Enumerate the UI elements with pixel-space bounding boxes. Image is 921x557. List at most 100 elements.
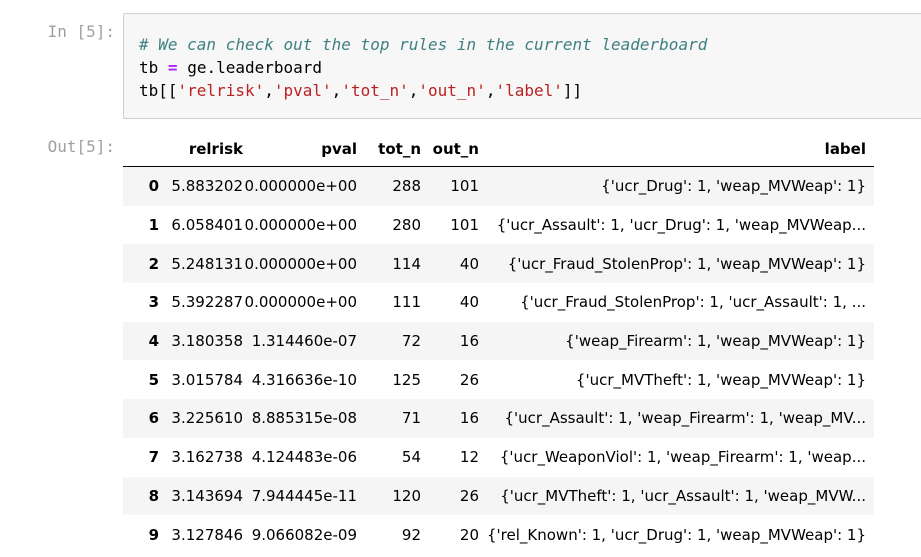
row-index: 3 bbox=[148, 293, 159, 312]
code-string: 'relrisk' bbox=[177, 81, 265, 100]
cell-tot-n: 72 bbox=[401, 332, 421, 351]
cell-out-n: 16 bbox=[459, 409, 479, 428]
row-index: 0 bbox=[148, 177, 159, 196]
code-string: 'tot_n' bbox=[341, 81, 409, 100]
column-header-relrisk: relrisk bbox=[167, 131, 243, 167]
cell-pval: 0.000000e+00 bbox=[244, 254, 357, 273]
cell-label: {'weap_Firearm': 1, 'weap_MVWeap': 1} bbox=[565, 332, 866, 351]
cell-pval: 0.000000e+00 bbox=[244, 177, 357, 196]
dataframe-table: relrisk pval tot_n out_n label 0 5.88320… bbox=[123, 131, 874, 554]
header-row: relrisk pval tot_n out_n label bbox=[123, 131, 874, 167]
code-variable: tb bbox=[139, 58, 159, 77]
row-index: 1 bbox=[148, 216, 159, 235]
cell-relrisk: 5.883202 bbox=[171, 177, 243, 196]
cell-label: {'ucr_MVTheft': 1, 'weap_MVWeap': 1} bbox=[575, 370, 866, 389]
cell-out-n: 101 bbox=[450, 177, 479, 196]
cell-relrisk: 3.143694 bbox=[171, 486, 243, 505]
cell-tot-n: 288 bbox=[392, 177, 421, 196]
code-string: 'label' bbox=[495, 81, 563, 100]
row-index: 6 bbox=[148, 409, 159, 428]
code-comma: , bbox=[264, 81, 274, 100]
code-comment: # We can check out the top rules in the … bbox=[139, 35, 708, 54]
table-row: 9 3.127846 9.066082e-09 92 20 {'rel_Know… bbox=[123, 515, 874, 554]
cell-label: {'rel_Known': 1, 'ucr_Drug': 1, 'weap_MV… bbox=[487, 525, 866, 544]
cell-relrisk: 3.180358 bbox=[171, 332, 243, 351]
cell-relrisk: 5.248131 bbox=[171, 254, 243, 273]
row-index: 2 bbox=[148, 254, 159, 273]
column-header-out-n: out_n bbox=[429, 131, 487, 167]
cell-pval: 8.885315e-08 bbox=[251, 409, 357, 428]
table-body: 0 5.883202 0.000000e+00 288 101 {'ucr_Dr… bbox=[123, 166, 874, 554]
cell-pval: 0.000000e+00 bbox=[244, 293, 357, 312]
code-string: 'out_n' bbox=[418, 81, 486, 100]
row-index: 8 bbox=[148, 486, 159, 505]
row-index: 7 bbox=[148, 448, 159, 467]
cell-out-n: 40 bbox=[459, 293, 479, 312]
row-index: 4 bbox=[148, 332, 159, 351]
cell-pval: 9.066082e-09 bbox=[251, 525, 357, 544]
table-row: 2 5.248131 0.000000e+00 114 40 {'ucr_Fra… bbox=[123, 244, 874, 284]
row-index: 9 bbox=[148, 525, 159, 544]
cell-tot-n: 125 bbox=[392, 370, 421, 389]
cell-pval: 4.124483e-06 bbox=[251, 448, 357, 467]
cell-relrisk: 6.058401 bbox=[171, 216, 243, 235]
column-header-index bbox=[123, 131, 167, 167]
code-line-comment: # We can check out the top rules in the … bbox=[139, 35, 707, 54]
cell-relrisk: 3.162738 bbox=[171, 448, 243, 467]
code-comma: , bbox=[331, 81, 342, 100]
code-suffix: ]] bbox=[562, 81, 583, 100]
cell-relrisk: 3.127846 bbox=[171, 525, 243, 544]
table-row: 3 5.392287 0.000000e+00 111 40 {'ucr_Fra… bbox=[123, 283, 874, 322]
cell-tot-n: 54 bbox=[401, 448, 421, 467]
cell-out-n: 26 bbox=[459, 370, 479, 389]
table-row: 6 3.225610 8.885315e-08 71 16 {'ucr_Assa… bbox=[123, 399, 874, 438]
code-line-selection: tb[['relrisk','pval','tot_n','out_n','la… bbox=[139, 81, 582, 100]
code-line-assignment: tb = ge.leaderboard bbox=[139, 58, 322, 77]
output-area: relrisk pval tot_n out_n label 0 5.88320… bbox=[123, 131, 874, 554]
cell-label: {'ucr_Drug': 1, 'weap_MVWeap': 1} bbox=[601, 177, 866, 196]
row-index: 5 bbox=[148, 370, 159, 389]
code-string: 'pval' bbox=[273, 81, 332, 100]
code-operator: = bbox=[167, 58, 178, 77]
cell-out-n: 20 bbox=[459, 525, 479, 544]
cell-tot-n: 114 bbox=[392, 254, 421, 273]
table-header: relrisk pval tot_n out_n label bbox=[123, 131, 874, 167]
cell-tot-n: 280 bbox=[392, 216, 421, 235]
cell-tot-n: 71 bbox=[401, 409, 421, 428]
cell-pval: 0.000000e+00 bbox=[244, 216, 357, 235]
cell-out-n: 12 bbox=[459, 448, 479, 467]
cell-label: {'ucr_Fraud_StolenProp': 1, 'weap_MVWeap… bbox=[507, 254, 866, 273]
cell-out-n: 16 bbox=[459, 332, 479, 351]
table-row: 5 3.015784 4.316636e-10 125 26 {'ucr_MVT… bbox=[123, 360, 874, 400]
cell-label: {'ucr_Assault': 1, 'weap_Firearm': 1, 'w… bbox=[504, 409, 867, 428]
cell-pval: 4.316636e-10 bbox=[251, 370, 357, 389]
cell-label: {'ucr_MVTheft': 1, 'ucr_Assault': 1, 'we… bbox=[500, 486, 866, 505]
cell-label: {'ucr_Fraud_StolenProp': 1, 'ucr_Assault… bbox=[520, 293, 866, 312]
input-prompt: In [5]: bbox=[47, 22, 115, 41]
table-row: 0 5.883202 0.000000e+00 288 101 {'ucr_Dr… bbox=[123, 166, 874, 206]
code-expression: ge.leaderboard bbox=[187, 58, 323, 77]
table-row: 1 6.058401 0.000000e+00 280 101 {'ucr_As… bbox=[123, 205, 874, 245]
cell-pval: 1.314460e-07 bbox=[251, 332, 357, 351]
table-row: 4 3.180358 1.314460e-07 72 16 {'weap_Fir… bbox=[123, 321, 874, 361]
table-row: 7 3.162738 4.124483e-06 54 12 {'ucr_Weap… bbox=[123, 437, 874, 477]
column-header-tot-n: tot_n bbox=[365, 131, 429, 167]
cell-tot-n: 111 bbox=[392, 293, 421, 312]
cell-out-n: 101 bbox=[450, 216, 479, 235]
code-prefix: tb[[ bbox=[139, 81, 178, 100]
cell-relrisk: 3.225610 bbox=[171, 409, 243, 428]
code-comma: , bbox=[408, 81, 419, 100]
table-row: 8 3.143694 7.944445e-11 120 26 {'ucr_MVT… bbox=[123, 476, 874, 516]
cell-pval: 7.944445e-11 bbox=[251, 486, 357, 505]
column-header-label: label bbox=[487, 131, 874, 167]
code-cell-editor[interactable]: # We can check out the top rules in the … bbox=[123, 13, 921, 119]
cell-relrisk: 3.015784 bbox=[171, 370, 243, 389]
output-prompt: Out[5]: bbox=[47, 137, 115, 156]
cell-label: {'ucr_WeaponViol': 1, 'weap_Firearm': 1,… bbox=[499, 448, 866, 467]
cell-tot-n: 120 bbox=[392, 486, 421, 505]
column-header-pval: pval bbox=[243, 131, 365, 167]
cell-out-n: 26 bbox=[459, 486, 479, 505]
cell-relrisk: 5.392287 bbox=[171, 293, 243, 312]
cell-tot-n: 92 bbox=[401, 525, 421, 544]
cell-out-n: 40 bbox=[459, 254, 479, 273]
